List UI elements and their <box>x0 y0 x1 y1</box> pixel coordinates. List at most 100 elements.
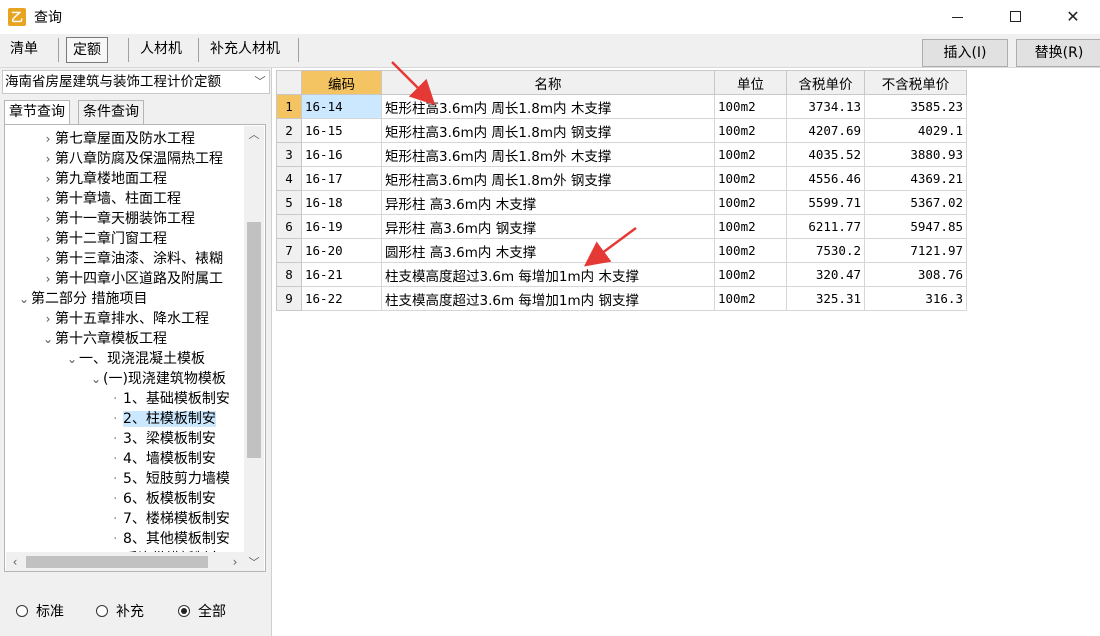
chevron-down-icon[interactable]: ⌄ <box>65 349 79 369</box>
column-header-name[interactable]: 名称 <box>381 70 715 95</box>
scroll-down-icon[interactable]: ﹀ <box>244 554 264 571</box>
unit-cell[interactable]: 100m2 <box>714 238 787 263</box>
tree-item[interactable]: › 第八章防腐及保温隔热工程 <box>41 149 223 169</box>
name-cell[interactable]: 矩形柱高3.6m内 周长1.8m内 钢支撑 <box>381 118 715 143</box>
code-cell[interactable]: 16-20 <box>301 238 382 263</box>
tree-item[interactable]: › 第十二章门窗工程 <box>41 229 167 249</box>
unit-cell[interactable]: 100m2 <box>714 190 787 215</box>
table-row[interactable]: 8 16-21 柱支模高度超过3.6m 每增加1m内 木支撑 100m2 320.47 3… <box>276 262 967 287</box>
table-row[interactable]: 4 16-17 矩形柱高3.6m内 周长1.8m外 钢支撑 100m2 4556.46 4… <box>276 166 967 191</box>
tab-dinge[interactable]: 定额 <box>66 37 108 63</box>
scroll-right-icon[interactable]: › <box>226 552 244 571</box>
unit-cell[interactable]: 100m2 <box>714 166 787 191</box>
code-cell[interactable]: 16-17 <box>301 166 382 191</box>
column-header-code[interactable]: 编码 <box>301 70 382 95</box>
chevron-right-icon[interactable]: › <box>41 249 55 269</box>
code-cell[interactable]: 16-16 <box>301 142 382 167</box>
maximize-button[interactable] <box>992 0 1038 34</box>
column-header-unit[interactable]: 单位 <box>714 70 787 95</box>
code-cell[interactable]: 16-15 <box>301 118 382 143</box>
scroll-left-icon[interactable]: ‹ <box>6 552 24 571</box>
unit-cell[interactable]: 100m2 <box>714 286 787 311</box>
close-button[interactable]: ✕ <box>1050 0 1096 34</box>
tax-price-cell[interactable]: 7530.2 <box>786 238 865 263</box>
tree-item[interactable]: › 第十一章天棚装饰工程 <box>41 209 195 229</box>
code-cell[interactable]: 16-22 <box>301 286 382 311</box>
notax-price-cell[interactable]: 316.3 <box>864 286 967 311</box>
tax-price-cell[interactable]: 320.47 <box>786 262 865 287</box>
chapter-tree[interactable]: ·(二)后浇带模板制安·8、其他模板制安·7、楼梯模板制安·6、板模板制安·5、… <box>4 124 266 572</box>
notax-price-cell[interactable]: 5947.85 <box>864 214 967 239</box>
row-number-cell[interactable]: 9 <box>276 286 302 311</box>
tab-rencaiji[interactable]: 人材机 <box>134 37 188 63</box>
replace-button[interactable]: 替换(R) <box>1016 39 1100 67</box>
table-row[interactable]: 9 16-22 柱支模高度超过3.6m 每增加1m内 钢支撑 100m2 325.31 3… <box>276 286 967 311</box>
scroll-up-icon[interactable]: ︿ <box>244 126 264 144</box>
tax-price-cell[interactable]: 4207.69 <box>786 118 865 143</box>
tree-item[interactable]: · 5、短肢剪力墙模 <box>113 469 230 489</box>
tab-condition-search[interactable]: 条件查询 <box>78 100 144 124</box>
tree-item[interactable]: ⌄ 第十六章模板工程 <box>41 329 167 349</box>
chevron-right-icon[interactable]: › <box>41 269 55 289</box>
name-cell[interactable]: 异形柱 高3.6m内 木支撑 <box>381 190 715 215</box>
notax-price-cell[interactable]: 4369.21 <box>864 166 967 191</box>
unit-cell[interactable]: 100m2 <box>714 118 787 143</box>
tab-qingdan[interactable]: 清单 <box>4 37 44 63</box>
row-number-cell[interactable]: 3 <box>276 142 302 167</box>
chevron-down-icon[interactable]: ⌄ <box>17 289 31 309</box>
tree-item[interactable]: · 3、梁模板制安 <box>113 429 216 449</box>
table-row[interactable]: 1 16-14 矩形柱高3.6m内 周长1.8m内 木支撑 100m2 3734.13 3… <box>276 94 967 119</box>
scroll-thumb[interactable] <box>26 556 208 568</box>
code-cell[interactable]: 16-21 <box>301 262 382 287</box>
name-cell[interactable]: 圆形柱 高3.6m内 木支撑 <box>381 238 715 263</box>
tree-item[interactable]: · 6、板模板制安 <box>113 489 216 509</box>
radio-all[interactable]: 全部 <box>178 602 226 622</box>
tree-item[interactable]: · 1、基础模板制安 <box>113 389 230 409</box>
row-number-cell[interactable]: 7 <box>276 238 302 263</box>
name-cell[interactable]: 柱支模高度超过3.6m 每增加1m内 木支撑 <box>381 262 715 287</box>
row-number-cell[interactable]: 4 <box>276 166 302 191</box>
quota-library-select[interactable]: 海南省房屋建筑与装饰工程计价定额 ﹀ <box>2 70 270 94</box>
chevron-right-icon[interactable]: › <box>41 309 55 329</box>
tree-item[interactable]: ⌄ (一)现浇建筑物模板 <box>89 369 226 389</box>
column-header-tax-price[interactable]: 含税单价 <box>786 70 865 95</box>
code-cell[interactable]: 16-19 <box>301 214 382 239</box>
tax-price-cell[interactable]: 325.31 <box>786 286 865 311</box>
chevron-right-icon[interactable]: › <box>41 229 55 249</box>
notax-price-cell[interactable]: 7121.97 <box>864 238 967 263</box>
tree-item[interactable]: ⌄ 第二部分 措施项目 <box>17 289 147 309</box>
tree-item[interactable]: · 8、其他模板制安 <box>113 529 230 549</box>
tax-price-cell[interactable]: 4035.52 <box>786 142 865 167</box>
table-row[interactable]: 5 16-18 异形柱 高3.6m内 木支撑 100m2 5599.71 5367.02 <box>276 190 967 215</box>
notax-price-cell[interactable]: 5367.02 <box>864 190 967 215</box>
notax-price-cell[interactable]: 308.76 <box>864 262 967 287</box>
row-number-cell[interactable]: 1 <box>276 94 302 119</box>
notax-price-cell[interactable]: 3585.23 <box>864 94 967 119</box>
table-row[interactable]: 6 16-19 异形柱 高3.6m内 钢支撑 100m2 6211.77 5947.85 <box>276 214 967 239</box>
tree-item[interactable]: › 第十章墙、柱面工程 <box>41 189 181 209</box>
tax-price-cell[interactable]: 5599.71 <box>786 190 865 215</box>
chevron-right-icon[interactable]: › <box>41 129 55 149</box>
unit-cell[interactable]: 100m2 <box>714 94 787 119</box>
tree-item[interactable]: › 第十四章小区道路及附属工 <box>41 269 223 289</box>
row-number-cell[interactable]: 8 <box>276 262 302 287</box>
name-cell[interactable]: 矩形柱高3.6m内 周长1.8m外 钢支撑 <box>381 166 715 191</box>
tax-price-cell[interactable]: 6211.77 <box>786 214 865 239</box>
code-cell[interactable]: 16-18 <box>301 190 382 215</box>
name-cell[interactable]: 异形柱 高3.6m内 钢支撑 <box>381 214 715 239</box>
tree-item[interactable]: › 第七章屋面及防水工程 <box>41 129 195 149</box>
name-cell[interactable]: 矩形柱高3.6m内 周长1.8m内 木支撑 <box>381 94 715 119</box>
tab-chapter-search[interactable]: 章节查询 <box>4 100 70 124</box>
table-row[interactable]: 3 16-16 矩形柱高3.6m内 周长1.8m外 木支撑 100m2 4035.52 3… <box>276 142 967 167</box>
table-row[interactable]: 2 16-15 矩形柱高3.6m内 周长1.8m内 钢支撑 100m2 4207.69 4… <box>276 118 967 143</box>
row-number-cell[interactable]: 2 <box>276 118 302 143</box>
column-header-notax-price[interactable]: 不含税单价 <box>864 70 967 95</box>
tax-price-cell[interactable]: 3734.13 <box>786 94 865 119</box>
code-cell[interactable]: 16-14 <box>301 94 382 119</box>
chevron-down-icon[interactable]: ⌄ <box>89 369 103 389</box>
chevron-right-icon[interactable]: › <box>41 189 55 209</box>
row-number-cell[interactable]: 6 <box>276 214 302 239</box>
chevron-right-icon[interactable]: › <box>41 149 55 169</box>
tree-item[interactable]: ⌄ 一、现浇混凝土模板 <box>65 349 205 369</box>
name-cell[interactable]: 柱支模高度超过3.6m 每增加1m内 钢支撑 <box>381 286 715 311</box>
